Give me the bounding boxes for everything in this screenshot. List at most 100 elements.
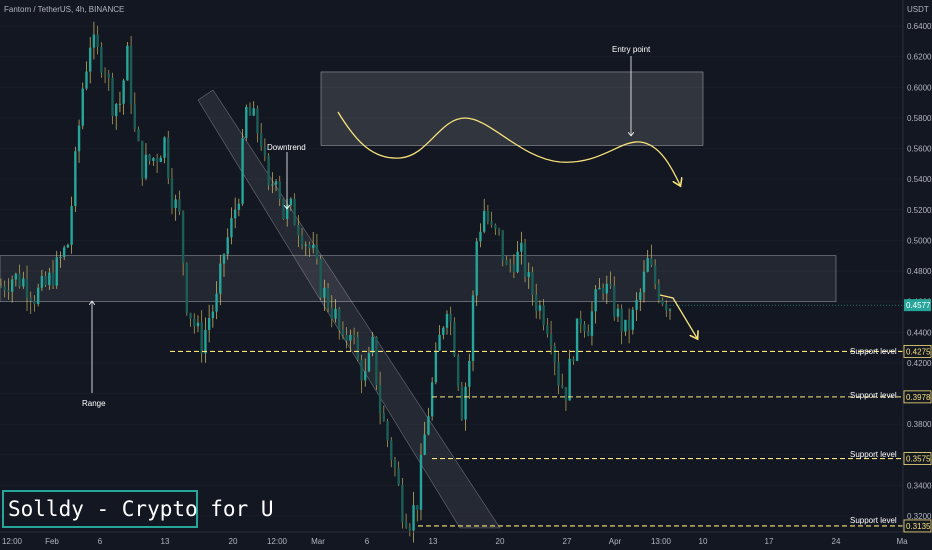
candle [248, 102, 252, 116]
candle [129, 35, 133, 115]
candle [564, 386, 568, 411]
candle [557, 352, 560, 395]
support-label-3: Support level [850, 450, 897, 459]
candle [494, 223, 497, 235]
range-zone [0, 255, 837, 302]
x-tick-label: 17 [765, 537, 774, 546]
price-tag-support: 0.3575 [903, 452, 932, 465]
candle [107, 69, 110, 91]
x-tick-label: 13 [161, 537, 170, 546]
candle [126, 42, 129, 81]
candle [85, 61, 88, 91]
svg-text:0.3135: 0.3135 [906, 522, 931, 531]
candle [438, 325, 441, 351]
candle [449, 306, 452, 336]
candle [538, 300, 542, 320]
candle [282, 198, 285, 220]
price-chart[interactable]: Range Downtrend Entry point Support leve… [0, 0, 932, 550]
candle [561, 373, 564, 389]
candle [445, 310, 449, 335]
candle [200, 310, 203, 363]
candle [590, 301, 594, 346]
y-tick-label: 0.6200 [907, 53, 932, 62]
candle [207, 304, 211, 343]
candle [456, 353, 460, 392]
candle [434, 342, 438, 385]
candle [122, 78, 125, 115]
candle [159, 155, 163, 163]
support-label-4: Support level [850, 516, 897, 525]
candle [482, 198, 486, 234]
y-tick-label: 0.4200 [907, 359, 932, 368]
candle [375, 336, 378, 391]
y-tick-label: 0.4400 [907, 328, 932, 337]
candle [111, 72, 114, 125]
candle [382, 405, 386, 422]
entry-zone [320, 71, 704, 146]
candle [583, 320, 586, 338]
support-lines [170, 304, 903, 527]
x-tick-label: 10 [699, 537, 708, 546]
y-tick-label: 0.6400 [907, 22, 932, 31]
x-tick-label: Apr [609, 537, 622, 546]
candle [233, 197, 237, 229]
candle [486, 205, 490, 225]
candle [620, 304, 623, 345]
candle [92, 21, 96, 60]
y-tick-label: 0.5400 [907, 175, 932, 184]
price-tag-last: 0.4577 [904, 299, 931, 312]
candle [390, 437, 393, 468]
x-tick-label: 12:00 [2, 537, 23, 546]
candle [96, 25, 99, 55]
svg-text:0.3978: 0.3978 [906, 393, 931, 402]
x-tick-label: 20 [496, 537, 505, 546]
candle [100, 42, 103, 78]
x-tick-label: 13 [429, 537, 438, 546]
candle [252, 101, 255, 117]
candle [549, 320, 553, 355]
candle [624, 319, 627, 336]
svg-text:0.3575: 0.3575 [906, 455, 931, 464]
candle [155, 153, 159, 173]
svg-text:0.4577: 0.4577 [906, 301, 931, 310]
candle [594, 285, 597, 324]
candle [579, 310, 582, 333]
support-label-2: Support level [850, 391, 897, 400]
price-tag-support: 0.4275 [903, 344, 932, 358]
candle [427, 407, 430, 436]
range-label: Range [82, 399, 106, 408]
candle [189, 312, 192, 327]
candle [338, 307, 341, 340]
candle [293, 193, 296, 226]
y-tick-label: 0.4800 [907, 267, 932, 276]
candle [401, 478, 404, 529]
candle [81, 82, 84, 130]
candle [468, 353, 471, 399]
candle [230, 207, 233, 245]
x-tick-label: Feb [45, 537, 59, 546]
candle [460, 381, 464, 421]
candle [575, 318, 579, 362]
x-tick-label: 24 [832, 537, 841, 546]
x-tick-label: Mar [311, 537, 325, 546]
x-axis[interactable]: 12:00 Feb 6 13 20 12:00 Mar 6 13 20 27 Apr 13:00 10 17… [2, 537, 908, 546]
candle [516, 241, 519, 274]
candle [196, 315, 200, 333]
support-label-1: Support level [850, 347, 897, 356]
currency-label: USDT [907, 5, 929, 14]
x-tick-label: 13:00 [651, 537, 672, 546]
candle [103, 67, 107, 84]
price-tag-support: 0.3978 [903, 390, 932, 404]
candle [256, 105, 259, 143]
candle [245, 104, 248, 141]
symbol-title[interactable]: Fantom / TetherUS, 4h, BINANCE [4, 5, 124, 14]
candle [211, 304, 215, 328]
x-tick-label: 12:00 [267, 537, 288, 546]
candle [393, 457, 397, 477]
candle [193, 313, 196, 334]
candle [74, 146, 77, 213]
candle [259, 122, 263, 151]
candle [631, 306, 635, 335]
y-axis[interactable]: 0.6400 0.6200 0.6000 0.5800 0.5600 0.5400 0.52… [907, 22, 932, 521]
x-tick-label: Ma [896, 537, 908, 546]
